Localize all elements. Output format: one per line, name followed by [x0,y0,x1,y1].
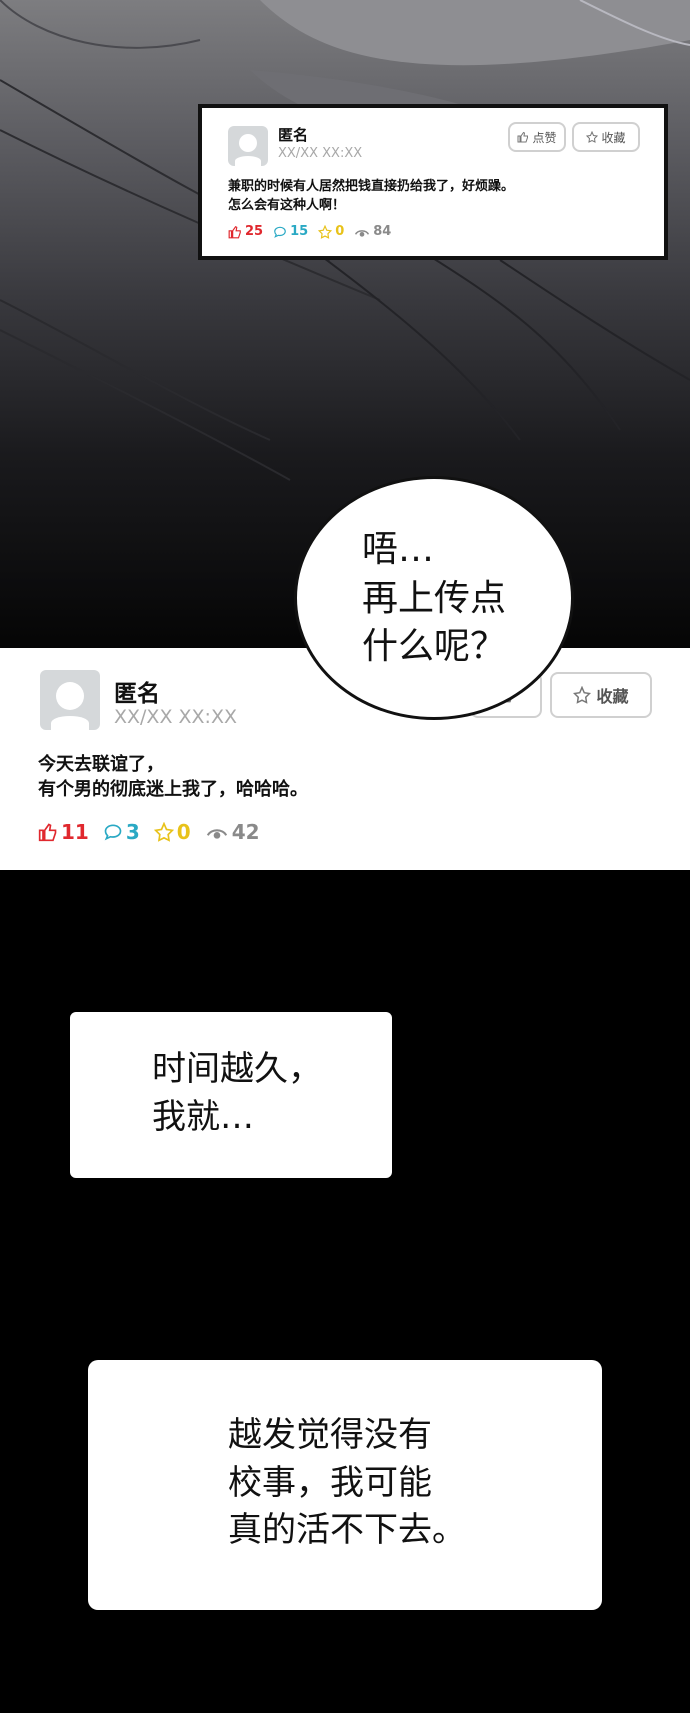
like-count: 11 [38,820,89,844]
post-body: 兼职的时候有人居然把钱直接扔给我了，好烦躁。 怎么会有这种人啊！ [228,178,514,216]
username: 匿名 [114,681,160,707]
eye-icon [355,229,370,237]
comment-icon [104,824,122,841]
post-time: XX/XX XX:XX [278,146,363,161]
comment-icon [274,226,286,238]
username: 匿名 [278,126,309,144]
thumb-up-icon [38,823,57,842]
star-icon [153,822,174,842]
like-count-value: 25 [245,224,264,239]
like-count: 25 [228,224,263,239]
post-time: XX/XX XX:XX [114,706,237,728]
favorite-button-label: 收藏 [596,687,629,706]
like-button-label: 点赞 [532,130,557,145]
comment-count: 15 [273,224,308,239]
post-line-1: 兼职的时候有人居然把钱直接扔给我了，好烦躁。 [228,179,515,194]
post-card-top: 匿名 XX/XX XX:XX 点赞 收藏 兼职的时候有人居然把钱直接扔给我了，好… [198,104,668,260]
star-icon [318,224,333,239]
view-count: 84 [354,224,391,239]
post-stats: 11 3 0 42 [38,820,270,844]
post-line-1: 今天去联谊了， [38,754,164,775]
post-stats: 25 15 0 84 [228,224,401,239]
star-count: 0 [153,820,191,844]
favorite-button[interactable]: 收藏 [550,672,652,718]
post-line-2: 有个男的彻底迷上我了，哈哈哈。 [38,779,308,801]
speech-bubble-text: 唔… 再上传点 什么呢？ [362,529,507,668]
post-body: 今天去联谊了， 有个男的彻底迷上我了，哈哈哈。 [38,752,308,802]
star-count: 0 [318,224,344,239]
view-count-value: 42 [231,820,260,844]
like-button[interactable]: 点赞 [508,122,566,152]
view-count-value: 84 [373,224,392,239]
avatar [228,126,268,166]
star-icon [586,131,599,143]
like-count-value: 11 [61,820,89,844]
favorite-button-label: 收藏 [601,130,626,145]
eye-icon [206,829,227,839]
comment-count-value: 3 [125,820,140,844]
thumb-up-icon [517,131,529,143]
view-count: 42 [205,820,260,844]
narration-text-2: 越发觉得没有 校事，我可能 真的活不下去。 [228,1415,466,1551]
star-icon [573,686,592,704]
comment-count: 3 [103,820,140,844]
star-count-value: 0 [335,224,345,239]
star-count-value: 0 [176,820,191,844]
post-line-2: 怎么会有这种人啊！ [228,197,346,213]
favorite-button[interactable]: 收藏 [572,122,640,152]
thumb-up-icon [228,225,241,238]
narration-text-1: 时间越久， 我就… [152,1049,322,1137]
avatar [40,670,100,730]
comment-count-value: 15 [290,224,309,239]
